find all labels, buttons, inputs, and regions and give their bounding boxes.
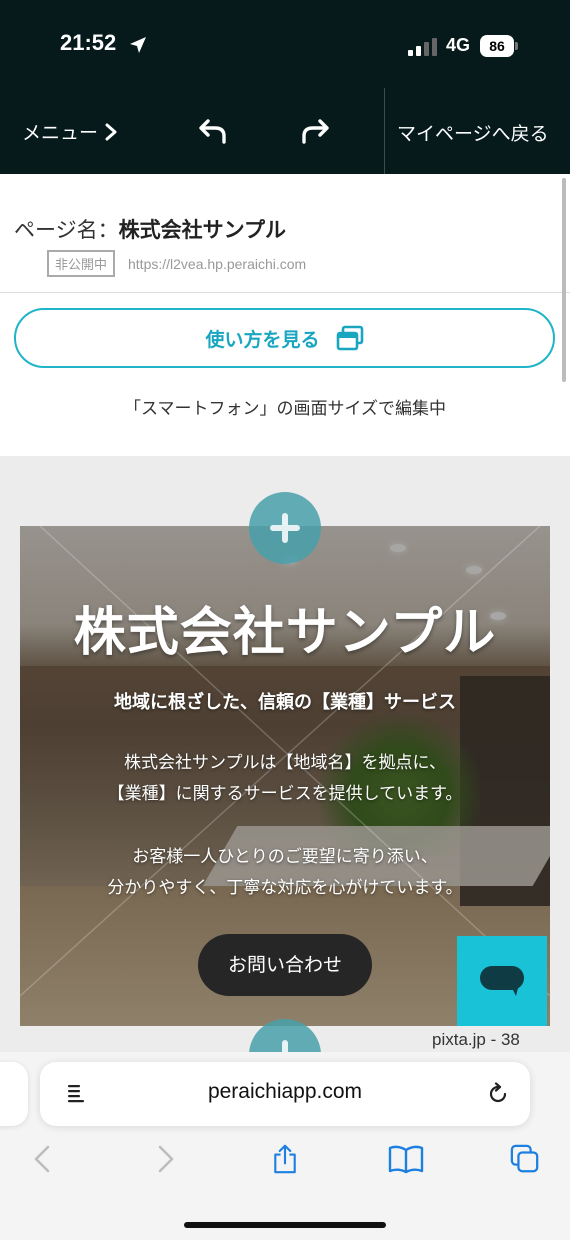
share-icon[interactable] [270, 1144, 300, 1174]
chevron-right-icon [105, 123, 117, 140]
signal-bars-icon [408, 38, 437, 56]
redo-icon[interactable] [300, 118, 330, 144]
network-label: 4G [446, 35, 471, 55]
home-indicator [184, 1222, 386, 1228]
undo-icon[interactable] [198, 118, 228, 144]
hero-paragraph-2: お客様一人ひとりのご要望に寄り添い、 分かりやすく、丁寧な対応を心がけています。 [20, 842, 550, 904]
plus-icon [270, 513, 300, 543]
page-url[interactable]: https://l2vea.hp.peraichi.com [128, 256, 306, 272]
page-name: ページ名：株式会社サンプル [14, 214, 286, 244]
plus-icon [273, 1040, 297, 1052]
back-to-mypage-button[interactable]: マイページへ戻る [397, 119, 549, 146]
hero-paragraph-2-line-2: 分かりやすく、丁寧な対応を心がけています。 [107, 878, 463, 898]
address-text: peraichiapp.com [207, 1080, 363, 1103]
chevron-left-icon[interactable] [28, 1144, 58, 1174]
status-bar: 21:52 4G 86 [0, 0, 570, 88]
window-stack-icon [336, 325, 363, 351]
battery-indicator: 86 [480, 35, 514, 57]
photo-credit: pixta.jp - 38 [432, 1030, 520, 1049]
editor-canvas: 株式会社サンプル 地域に根ざした、信頼の【業種】サービス 株式会社サンプルは【地… [0, 456, 570, 1052]
previous-tab-peek[interactable] [0, 1062, 28, 1126]
chat-bubble-icon [480, 966, 524, 996]
address-bar[interactable]: peraichiapp.com [40, 1062, 530, 1126]
hero-subtitle: 地域に根ざした、信頼の【業種】サービス [114, 692, 456, 713]
hero-title: 株式会社サンプル [73, 603, 497, 663]
page-info-panel: ページ名：株式会社サンプル 非公開中 https://l2vea.hp.pera… [0, 174, 570, 456]
battery-tip [515, 42, 518, 50]
contact-button[interactable]: お問い合わせ [198, 934, 372, 996]
chat-support-button[interactable] [457, 936, 547, 1026]
chevron-right-icon[interactable] [150, 1144, 180, 1174]
hero-paragraph-1-line-2: 【業種】に関するサービスを提供しています。 [107, 784, 463, 804]
status-time: 21:52 [60, 30, 117, 55]
hero-paragraph-2-line-1: お客様一人ひとりのご要望に寄り添い、 [132, 847, 438, 867]
howto-button[interactable]: 使い方を見る [14, 308, 555, 368]
editor-toolbar: メニュー マイページへ戻る [0, 88, 570, 174]
page-name-value: 株式会社サンプル [118, 218, 286, 242]
divider [0, 292, 570, 293]
book-icon[interactable] [388, 1144, 424, 1174]
edit-mode-text: 「スマートフォン」の画面サイズで編集中 [124, 399, 446, 419]
howto-label: 使い方を見る [205, 328, 320, 351]
menu-label: メニュー [22, 122, 99, 144]
page-name-prefix: ページ名： [14, 218, 119, 242]
tabs-icon[interactable] [510, 1144, 540, 1174]
status-badge: 非公開中 [47, 250, 116, 277]
reload-icon[interactable] [486, 1082, 510, 1106]
scrollbar[interactable] [562, 178, 566, 382]
menu-button[interactable]: メニュー [22, 118, 118, 145]
hero-paragraph-1: 株式会社サンプルは【地域名】を拠点に、 【業種】に関するサービスを提供しています… [20, 748, 550, 810]
hero-paragraph-1-line-1: 株式会社サンプルは【地域名】を拠点に、 [124, 753, 446, 773]
browser-bottom-bar: peraichiapp.com [0, 1052, 570, 1240]
add-block-button[interactable] [249, 492, 321, 564]
location-arrow-icon [130, 37, 146, 53]
toolbar-divider [384, 88, 385, 174]
